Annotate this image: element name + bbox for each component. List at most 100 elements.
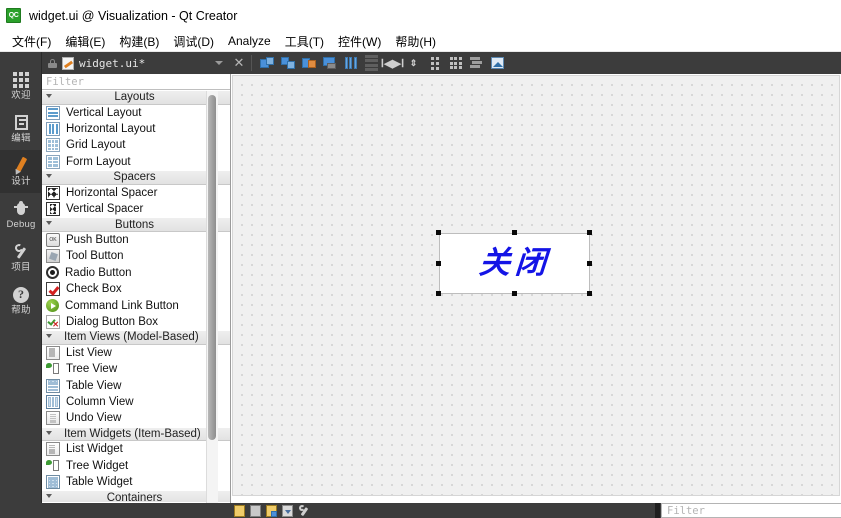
mode-item-2[interactable]: 编辑	[0, 107, 42, 150]
resize-handle-w[interactable]	[436, 260, 441, 266]
chevron-down-icon[interactable]	[215, 61, 223, 65]
widget-box-item[interactable]: OK Push Button	[42, 232, 230, 248]
close-icon[interactable]: ✕	[231, 52, 247, 74]
widget-group-title: Buttons	[115, 218, 154, 231]
mode-item-3[interactable]: 设计	[0, 150, 42, 193]
selected-widget[interactable]: 关闭	[439, 233, 590, 294]
widget-group-spacers[interactable]: Spacers	[42, 170, 230, 185]
widget-group-item-widgets[interactable]: Item Widgets (Item-Based)	[42, 426, 230, 442]
resize-handle-sw[interactable]	[436, 291, 441, 296]
resize-handle-e[interactable]	[587, 260, 592, 266]
edit-tab-order-button[interactable]	[320, 54, 339, 73]
widget-box-item-label: Table View	[66, 379, 122, 392]
menu-debug[interactable]: 调试(D)	[166, 31, 221, 52]
widget-box-item[interactable]: Grid Layout	[42, 137, 230, 153]
layout-splitter-horizontal-button[interactable]: Ⅰ◀▶Ⅰ	[380, 54, 405, 73]
widget-box-item[interactable]: Table Widget	[42, 474, 230, 490]
widget-box-item-label: Vertical Layout	[66, 106, 142, 119]
widget-group-title: Item Views (Model-Based)	[64, 331, 199, 344]
break-layout-button[interactable]	[467, 54, 486, 73]
widget-box-item[interactable]: Tree Widget	[42, 458, 230, 474]
form-surface[interactable]: 关闭	[232, 75, 840, 496]
menu-analyze[interactable]: Analyze	[221, 32, 278, 50]
widget-box-item[interactable]: Vertical Spacer	[42, 201, 230, 217]
wrench-icon[interactable]	[298, 504, 310, 517]
application-output-icon[interactable]	[266, 504, 277, 517]
widget-box-item-label: Push Button	[66, 234, 129, 247]
menu-build[interactable]: 构建(B)	[112, 31, 166, 52]
horizontal-spacer-icon	[46, 185, 60, 200]
widget-box-item[interactable]: List View	[42, 345, 230, 361]
widget-box-scrollbar[interactable]	[206, 91, 218, 503]
table-view-icon	[46, 378, 60, 393]
menu-help[interactable]: 帮助(H)	[388, 31, 443, 52]
widget-box-item[interactable]: Dialog Button Box	[42, 314, 230, 330]
window-title: widget.ui @ Visualization - Qt Creator	[29, 8, 238, 23]
widget-box-item[interactable]: Undo View	[42, 410, 230, 426]
widget-box-item[interactable]: Vertical Layout	[42, 105, 230, 121]
resize-handle-ne[interactable]	[587, 230, 592, 235]
widget-group-item-views[interactable]: Item Views (Model-Based)	[42, 330, 230, 345]
widget-box-item[interactable]: List Widget	[42, 441, 230, 457]
widget-box-item[interactable]: Horizontal Layout	[42, 121, 230, 137]
resize-handle-s[interactable]	[511, 291, 517, 296]
widget-group-buttons[interactable]: Buttons	[42, 217, 230, 232]
compile-output-icon[interactable]	[282, 504, 293, 517]
widget-group-containers[interactable]: Containers	[42, 490, 230, 502]
widget-box-item[interactable]: Tree View	[42, 361, 230, 377]
resize-handle-se[interactable]	[587, 291, 592, 296]
splitter-v-icon: ⇕	[409, 57, 418, 68]
mode-item-4[interactable]: Debug	[0, 193, 42, 236]
bottom-bar: Filter	[0, 503, 841, 518]
widget-box-scrollbar-thumb[interactable]	[208, 95, 216, 440]
question-mark-icon-wrap: ?	[10, 285, 32, 304]
widget-group-title: Layouts	[114, 91, 155, 104]
undo-view-icon	[46, 411, 60, 426]
output-pane-buttons	[231, 504, 310, 517]
mode-item-1[interactable]: 欢迎	[0, 64, 42, 107]
widget-box-item[interactable]: Column View	[42, 394, 230, 410]
resize-handle-n[interactable]	[511, 230, 517, 235]
property-filter-input[interactable]: Filter	[661, 503, 841, 518]
layout-vertically-button[interactable]	[362, 54, 381, 73]
menu-tools[interactable]: 工具(T)	[278, 31, 331, 52]
widget-box-item[interactable]: Horizontal Spacer	[42, 185, 230, 201]
layout-form-button[interactable]	[425, 54, 444, 73]
menu-edit[interactable]: 编辑(E)	[58, 31, 112, 52]
layout-grid-button[interactable]	[446, 54, 465, 73]
menu-bar: 文件(F) 编辑(E) 构建(B) 调试(D) Analyze 工具(T) 控件(W) 帮助(…	[0, 31, 841, 52]
edit-buddies-button[interactable]	[299, 54, 318, 73]
layout-horizontally-button[interactable]	[341, 54, 360, 73]
widget-box-item[interactable]: Table View	[42, 377, 230, 393]
resize-handle-nw[interactable]	[436, 230, 441, 235]
widget-box-item[interactable]: Radio Button	[42, 265, 230, 281]
widget-group-title: Containers	[106, 491, 163, 502]
widget-box-item[interactable]: Form Layout	[42, 154, 230, 170]
form-editor-canvas[interactable]: 关闭	[231, 74, 841, 503]
mode-item-5[interactable]: 项目	[0, 236, 42, 279]
widget-group-layouts[interactable]: Layouts	[42, 90, 230, 105]
widget-box-item[interactable]: Tool Button	[42, 248, 230, 264]
widget-group-title: Item Widgets (Item-Based)	[64, 427, 201, 440]
lock-icon[interactable]	[48, 58, 57, 68]
grid-icon	[13, 71, 29, 88]
edit-widgets-button[interactable]	[257, 54, 276, 73]
adjust-size-button[interactable]	[488, 54, 507, 73]
menu-window[interactable]: 控件(W)	[331, 31, 388, 52]
widget-box-item[interactable]: Command Link Button	[42, 297, 230, 313]
issues-icon[interactable]	[234, 504, 245, 517]
bug-icon	[14, 201, 28, 216]
pencil-icon	[12, 156, 30, 176]
splitter-h-icon: Ⅰ◀▶Ⅰ	[380, 57, 405, 70]
menu-file[interactable]: 文件(F)	[5, 31, 58, 52]
mode-item-6[interactable]: ? 帮助	[0, 279, 42, 322]
edit-signals-slots-button[interactable]	[278, 54, 297, 73]
widget-box-filter-input[interactable]: Filter	[42, 74, 230, 90]
editor-tab-widget-ui[interactable]: widget.ui*	[42, 52, 231, 74]
layout-splitter-vertical-button[interactable]: ⇕	[404, 54, 423, 73]
widget-box-item[interactable]: Check Box	[42, 281, 230, 297]
app-icon-text: QC	[8, 12, 19, 19]
search-results-icon[interactable]	[250, 504, 261, 517]
radio-button-icon	[46, 266, 59, 280]
vertical-layout-icon	[46, 105, 60, 120]
